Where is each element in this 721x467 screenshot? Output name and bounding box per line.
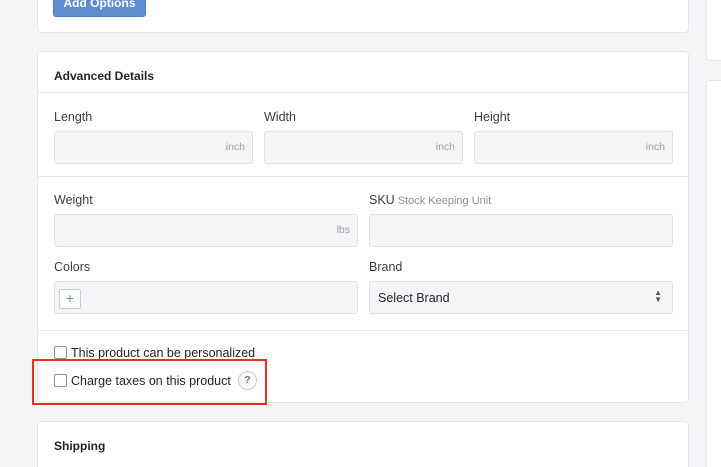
- length-input[interactable]: inch: [54, 131, 253, 164]
- brand-label: Brand: [369, 260, 403, 274]
- personalized-label: This product can be personalized: [71, 346, 256, 360]
- card-title: Advanced Details: [54, 69, 155, 83]
- personalized-checkbox[interactable]: [54, 346, 67, 359]
- highlight-annotation: [32, 359, 267, 405]
- width-input[interactable]: inch: [264, 131, 463, 164]
- weight-input[interactable]: lbs: [54, 214, 358, 247]
- shipping-card: Shipping: [37, 421, 689, 467]
- options-card: Add Options: [37, 0, 689, 33]
- colors-input[interactable]: +: [54, 281, 358, 314]
- divider: [38, 176, 688, 177]
- divider: [38, 92, 688, 93]
- height-input[interactable]: inch: [474, 131, 673, 164]
- height-label: Height: [474, 110, 511, 124]
- side-panel-top: [706, 0, 721, 61]
- sku-sublabel: Stock Keeping Unit: [397, 195, 492, 207]
- select-arrows-icon: ▲ ▼: [654, 288, 662, 304]
- weight-label: Weight: [54, 193, 93, 207]
- shipping-title: Shipping: [54, 439, 106, 453]
- divider: [38, 330, 688, 331]
- brand-select[interactable]: Select Brand ▲ ▼: [369, 281, 673, 314]
- height-unit: inch: [645, 141, 665, 153]
- advanced-details-card: Advanced Details Length inch Width inch …: [37, 51, 689, 403]
- width-label: Width: [264, 110, 296, 124]
- length-label: Length: [54, 110, 93, 124]
- side-panel: [706, 80, 721, 467]
- weight-unit: lbs: [336, 224, 350, 236]
- brand-selected-value: Select Brand: [378, 291, 450, 305]
- colors-label: Colors: [54, 260, 91, 274]
- add-options-button[interactable]: Add Options: [53, 0, 146, 17]
- length-unit: inch: [225, 141, 245, 153]
- width-unit: inch: [435, 141, 455, 153]
- sku-input[interactable]: [369, 214, 673, 247]
- sku-label: SKU Stock Keeping Unit: [369, 193, 491, 207]
- plus-icon[interactable]: +: [59, 289, 81, 309]
- sku-label-text: SKU: [369, 193, 395, 207]
